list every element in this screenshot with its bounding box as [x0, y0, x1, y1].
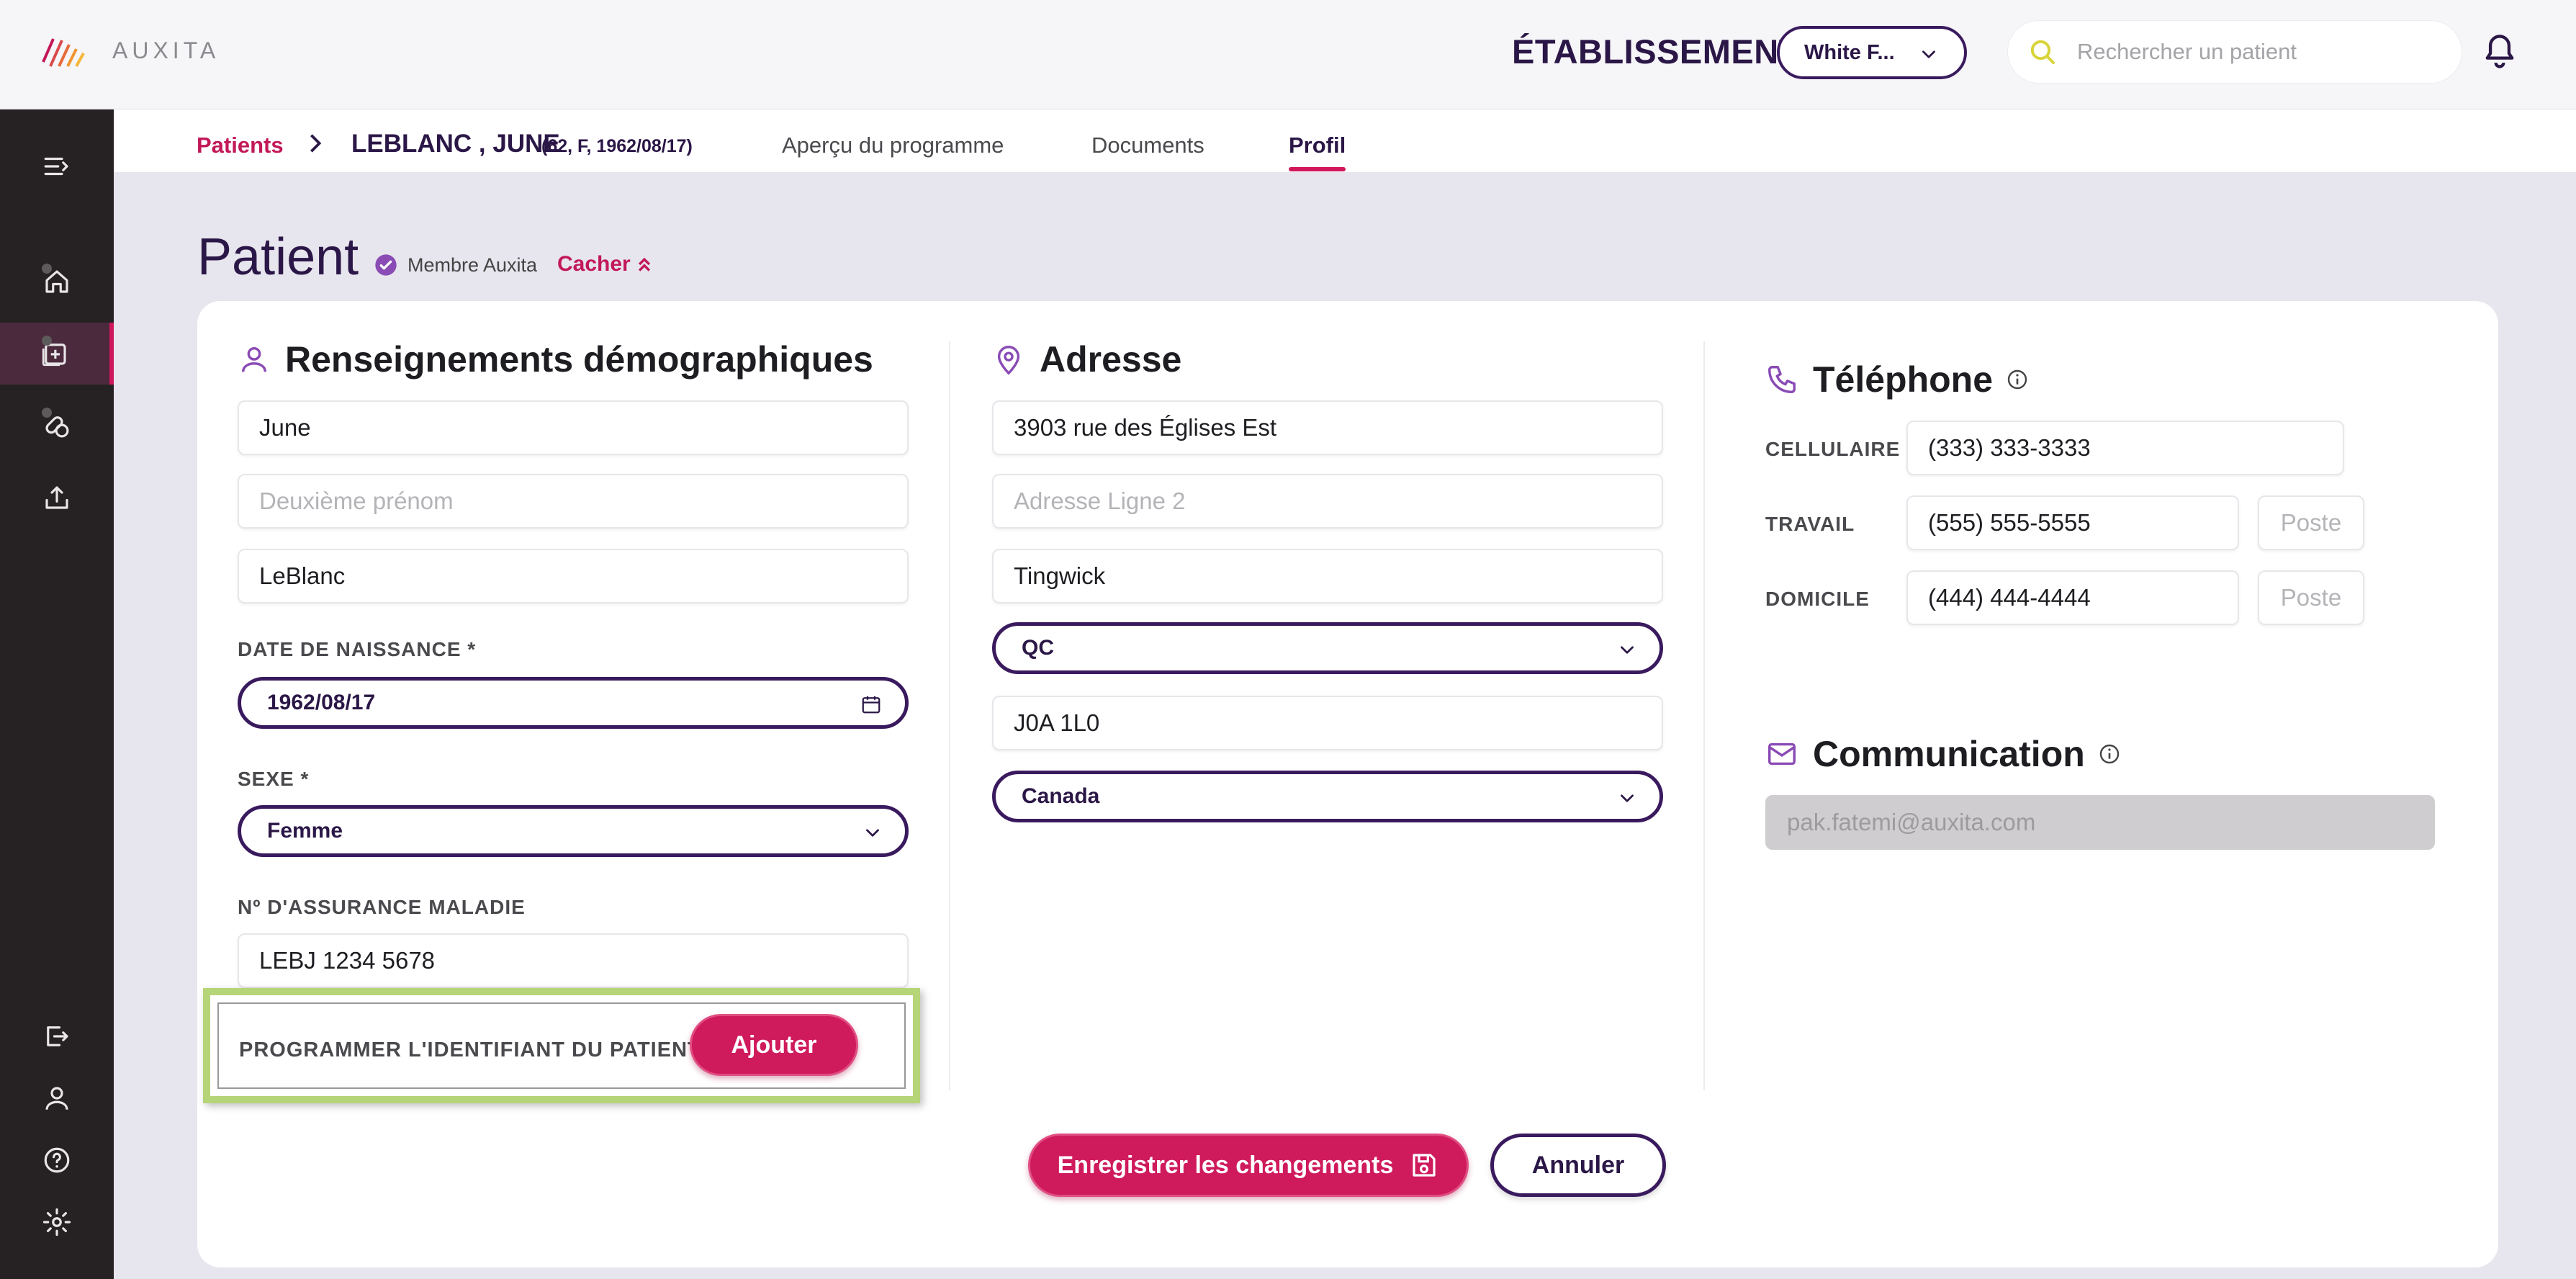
health-number-field[interactable]: LEBJ 1234 5678	[238, 933, 909, 988]
calendar-icon[interactable]	[860, 694, 882, 715]
middle-name-field[interactable]: Deuxième prénom	[238, 474, 909, 529]
cancel-button[interactable]: Annuler	[1490, 1134, 1666, 1197]
top-header: AUXITA ÉTABLISSEMENT White F...	[0, 0, 2576, 109]
sidebar-item-logout[interactable]	[0, 1005, 114, 1067]
member-badge-label: Membre Auxita	[407, 253, 538, 276]
country-select[interactable]: Canada	[992, 771, 1663, 822]
email-field: pak.fatemi@auxita.com	[1765, 795, 2435, 850]
email-icon	[1768, 742, 1796, 766]
last-name-field[interactable]: LeBlanc	[238, 549, 909, 603]
communication-section-title: Communication	[1765, 733, 2121, 775]
sex-select[interactable]: Femme	[238, 805, 909, 857]
user-icon	[45, 1087, 68, 1110]
breadcrumb-patient-meta: (62, F, 1962/08/17)	[541, 136, 693, 156]
home-label: DOMICILE	[1765, 588, 1870, 610]
province-select[interactable]: QC	[992, 622, 1663, 674]
sidebar-item-medications[interactable]	[0, 395, 114, 457]
address-line1-field[interactable]: 3903 rue des Églises Est	[992, 400, 1663, 455]
chevron-down-icon	[1621, 794, 1634, 802]
work-phone-field[interactable]: (555) 555-5555	[1906, 495, 2239, 550]
phone-icon	[1768, 366, 1796, 393]
patient-search[interactable]	[2007, 20, 2462, 84]
sidebar-item-patients[interactable]	[0, 323, 114, 385]
province-value: QC	[1022, 636, 1054, 660]
page-title: Patient	[197, 228, 359, 286]
sidebar-item-home[interactable]	[0, 251, 114, 313]
save-changes-button[interactable]: Enregistrer les changements	[1028, 1134, 1469, 1197]
upload-icon	[45, 486, 68, 509]
add-patient-id-button[interactable]: Ajouter	[690, 1014, 858, 1076]
location-pin-icon	[997, 346, 1020, 375]
member-badge: Membre Auxita	[374, 253, 537, 277]
person-icon	[241, 346, 267, 372]
logout-icon	[47, 1026, 68, 1046]
auxita-logo-icon	[42, 38, 85, 67]
work-label: TRAVAIL	[1765, 513, 1855, 535]
phone-section-title: Téléphone	[1765, 359, 2029, 400]
patient-profile-card: Renseignements démographiques June Deuxi…	[197, 301, 2498, 1267]
brand-logo[interactable]: AUXITA	[40, 30, 220, 71]
postal-code-field[interactable]: J0A 1L0	[992, 696, 1663, 750]
column-divider	[1703, 341, 1705, 1090]
sub-navigation: Patients LEBLANC , JUNE (62, F, 1962/08/…	[114, 109, 2576, 173]
chevron-down-icon	[1922, 50, 1935, 58]
dob-label: DATE DE NAISSANCE *	[238, 638, 477, 660]
double-chevron-up-icon	[638, 257, 650, 271]
country-value: Canada	[1022, 784, 1100, 808]
chevron-right-icon	[310, 134, 322, 153]
first-name-field[interactable]: June	[238, 400, 909, 455]
search-icon	[2030, 40, 2055, 64]
brand-name: AUXITA	[112, 37, 220, 63]
save-icon	[1413, 1154, 1436, 1177]
tab-profile[interactable]: Profil	[1289, 133, 1346, 171]
hide-toggle-link[interactable]: Cacher	[557, 252, 652, 277]
work-extension-field[interactable]: Poste	[2258, 495, 2364, 550]
address-title-text: Adresse	[1040, 339, 1182, 380]
address-line2-field[interactable]: Adresse Ligne 2	[992, 474, 1663, 529]
patient-id-label: PROGRAMMER L'IDENTIFIANT DU PATIENT	[239, 1038, 701, 1062]
city-field[interactable]: Tingwick	[992, 549, 1663, 603]
hide-link-label: Cacher	[557, 252, 631, 276]
info-icon[interactable]	[2006, 368, 2029, 391]
chevron-down-icon	[1621, 646, 1634, 654]
sidebar-item-account[interactable]	[0, 1067, 114, 1129]
sidebar-item-settings[interactable]	[0, 1191, 114, 1253]
establishment-value: White F...	[1804, 40, 1895, 64]
sex-label: SEXE *	[238, 768, 310, 790]
phone-title-text: Téléphone	[1813, 359, 1994, 400]
cell-label: CELLULAIRE	[1765, 438, 1901, 460]
establishment-label: ÉTABLISSEMENT	[1512, 32, 1800, 71]
help-icon	[44, 1147, 70, 1173]
sidebar	[0, 109, 114, 1279]
health-number-label: Nº D'ASSURANCE MALADIE	[238, 896, 526, 918]
settings-icon	[42, 1208, 71, 1237]
notification-bell-icon[interactable]	[2481, 32, 2518, 72]
verified-check-icon	[375, 254, 397, 276]
tab-program-overview[interactable]: Aperçu du programme	[782, 133, 1004, 158]
communication-title-text: Communication	[1813, 734, 2085, 774]
breadcrumb-patients-link[interactable]: Patients	[197, 133, 284, 158]
home-extension-field[interactable]: Poste	[2258, 570, 2364, 625]
search-input[interactable]	[2077, 39, 2451, 65]
chevron-down-icon	[866, 829, 879, 837]
address-section-title: Adresse	[992, 338, 1181, 380]
establishment-select[interactable]: White F...	[1777, 26, 1967, 79]
dob-field[interactable]: 1962/08/17	[238, 677, 909, 729]
tab-documents[interactable]: Documents	[1091, 133, 1204, 158]
sidebar-item-help[interactable]	[0, 1129, 114, 1191]
sidebar-toggle[interactable]	[0, 135, 114, 197]
column-divider	[949, 341, 950, 1090]
dob-value: 1962/08/17	[267, 691, 376, 714]
sidebar-item-upload[interactable]	[0, 467, 114, 529]
demographics-title-text: Renseignements démographiques	[285, 339, 873, 380]
save-button-label: Enregistrer les changements	[1057, 1151, 1394, 1179]
menu-expand-icon	[44, 157, 68, 176]
home-phone-field[interactable]: (444) 444-4444	[1906, 570, 2239, 625]
info-icon[interactable]	[2098, 742, 2121, 766]
demographics-section-title: Renseignements démographiques	[238, 338, 873, 380]
patient-id-section: PROGRAMMER L'IDENTIFIANT DU PATIENT Ajou…	[203, 988, 920, 1103]
cell-phone-field[interactable]: (333) 333-3333	[1906, 421, 2344, 475]
sex-value: Femme	[267, 819, 343, 843]
breadcrumb-patient-name: LEBLANC , JUNE	[351, 130, 560, 158]
